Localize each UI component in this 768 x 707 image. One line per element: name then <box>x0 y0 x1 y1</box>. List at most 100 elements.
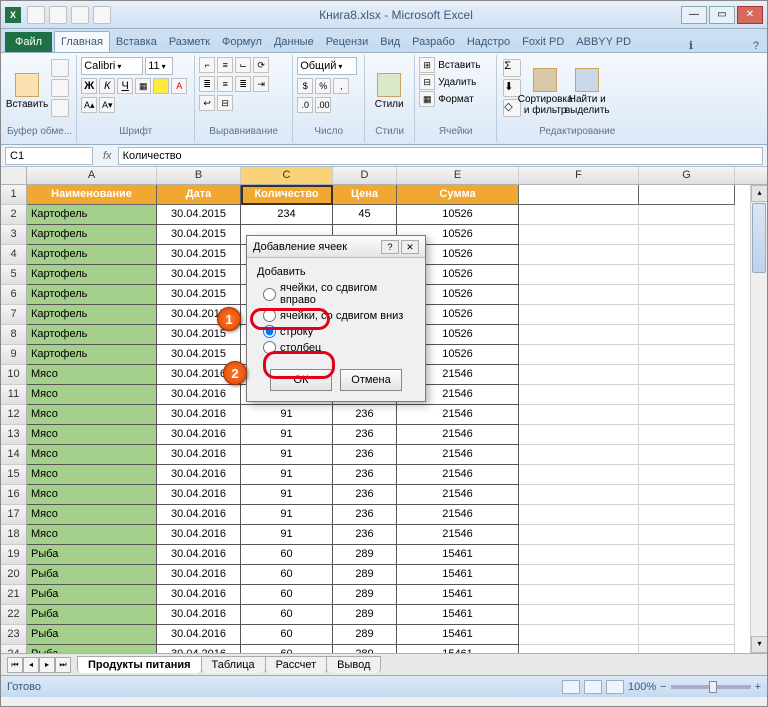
cell[interactable] <box>639 525 735 545</box>
align-middle-button[interactable]: ≡ <box>217 57 233 73</box>
cell[interactable] <box>519 285 639 305</box>
minimize-button[interactable]: — <box>681 6 707 24</box>
cell[interactable]: Дата <box>157 185 241 205</box>
tab-file[interactable]: Файл <box>5 32 52 52</box>
cell[interactable] <box>639 605 735 625</box>
close-button[interactable]: ✕ <box>737 6 763 24</box>
cell[interactable] <box>639 245 735 265</box>
cell[interactable]: 60 <box>241 565 333 585</box>
cell[interactable] <box>519 245 639 265</box>
radio-shift-right[interactable]: ячейки, со сдвигом вправо <box>263 282 415 306</box>
merge-button[interactable]: ⊟ <box>217 95 233 111</box>
wrap-text-button[interactable]: ↩ <box>199 95 215 111</box>
cell[interactable] <box>519 505 639 525</box>
tab-layout[interactable]: Разметк <box>163 32 216 52</box>
row-header[interactable]: 23 <box>1 625 27 645</box>
cell[interactable]: 10526 <box>397 205 519 225</box>
insert-cells-button[interactable]: ⊞Вставить <box>419 57 492 73</box>
cell[interactable]: 289 <box>333 565 397 585</box>
cell[interactable] <box>639 225 735 245</box>
cell[interactable]: 30.04.2016 <box>157 585 241 605</box>
cell[interactable] <box>519 425 639 445</box>
cell[interactable]: Картофель <box>27 225 157 245</box>
row-header[interactable]: 6 <box>1 285 27 305</box>
cell[interactable] <box>639 305 735 325</box>
ribbon-help[interactable]: ? <box>753 40 759 52</box>
col-header-d[interactable]: D <box>333 167 397 184</box>
align-center-button[interactable]: ≡ <box>217 76 233 92</box>
qat-more[interactable] <box>93 6 111 24</box>
cell[interactable]: Рыба <box>27 565 157 585</box>
cell[interactable]: Рыба <box>27 545 157 565</box>
cell[interactable]: 15461 <box>397 585 519 605</box>
row-header[interactable]: 18 <box>1 525 27 545</box>
cell[interactable]: 30.04.2016 <box>157 465 241 485</box>
row-header[interactable]: 19 <box>1 545 27 565</box>
cell[interactable]: Мясо <box>27 405 157 425</box>
cell[interactable] <box>519 385 639 405</box>
cell[interactable] <box>639 265 735 285</box>
cell[interactable]: Мясо <box>27 485 157 505</box>
radio-entire-row[interactable]: строку <box>263 325 415 338</box>
percent-button[interactable]: % <box>315 78 331 94</box>
row-header[interactable]: 2 <box>1 205 27 225</box>
align-left-button[interactable]: ≣ <box>199 76 215 92</box>
format-painter-button[interactable] <box>51 99 69 117</box>
cell[interactable]: 45 <box>333 205 397 225</box>
dialog-ok-button[interactable]: ОК <box>270 369 332 391</box>
autosum-button[interactable]: Σ <box>503 59 521 77</box>
view-pagebreak-button[interactable] <box>606 680 624 694</box>
cell[interactable] <box>639 325 735 345</box>
cell[interactable]: Сумма <box>397 185 519 205</box>
row-header[interactable]: 21 <box>1 585 27 605</box>
number-format-selector[interactable]: Общий▾ <box>297 57 357 75</box>
cell[interactable]: Рыба <box>27 585 157 605</box>
cell[interactable]: 91 <box>241 405 333 425</box>
cell[interactable] <box>519 445 639 465</box>
tab-home[interactable]: Главная <box>54 31 110 52</box>
cell[interactable]: 236 <box>333 445 397 465</box>
italic-button[interactable]: К <box>99 78 115 94</box>
cell[interactable]: 30.04.2016 <box>157 485 241 505</box>
cell[interactable] <box>519 305 639 325</box>
cell[interactable]: 236 <box>333 505 397 525</box>
row-header[interactable]: 10 <box>1 365 27 385</box>
cell[interactable]: Мясо <box>27 365 157 385</box>
cell[interactable] <box>519 625 639 645</box>
cell[interactable] <box>639 465 735 485</box>
view-normal-button[interactable] <box>562 680 580 694</box>
cell[interactable]: 91 <box>241 525 333 545</box>
help-icon[interactable]: ℹ <box>689 39 693 52</box>
align-bottom-button[interactable]: ⌙ <box>235 57 251 73</box>
scroll-up-button[interactable]: ▴ <box>751 185 767 202</box>
tab-insert[interactable]: Вставка <box>110 32 163 52</box>
row-header[interactable]: 3 <box>1 225 27 245</box>
col-header-c[interactable]: C <box>241 167 333 184</box>
cell[interactable] <box>519 365 639 385</box>
cell[interactable] <box>519 525 639 545</box>
cell[interactable]: 21546 <box>397 505 519 525</box>
row-header[interactable]: 16 <box>1 485 27 505</box>
cell[interactable]: Картофель <box>27 245 157 265</box>
zoom-slider[interactable] <box>671 685 751 689</box>
sheet-nav-prev[interactable]: ◂ <box>23 657 39 673</box>
tab-view[interactable]: Вид <box>374 32 406 52</box>
cell[interactable]: 21546 <box>397 525 519 545</box>
sheet-nav-next[interactable]: ▸ <box>39 657 55 673</box>
sort-filter-button[interactable]: Сортировка и фильтр <box>525 57 565 126</box>
formula-input[interactable]: Количество <box>118 147 763 165</box>
row-header[interactable]: 9 <box>1 345 27 365</box>
decrease-decimal-button[interactable]: .00 <box>315 97 331 113</box>
cell[interactable]: Мясо <box>27 465 157 485</box>
cell[interactable]: 289 <box>333 625 397 645</box>
row-header[interactable]: 13 <box>1 425 27 445</box>
cell[interactable] <box>639 185 735 205</box>
row-header[interactable]: 22 <box>1 605 27 625</box>
scroll-thumb[interactable] <box>752 203 766 273</box>
cell[interactable]: 60 <box>241 625 333 645</box>
cell-selected[interactable]: Количество <box>241 185 333 205</box>
cell[interactable]: 236 <box>333 525 397 545</box>
cell[interactable] <box>519 205 639 225</box>
cell[interactable]: 21546 <box>397 485 519 505</box>
cell[interactable] <box>519 585 639 605</box>
